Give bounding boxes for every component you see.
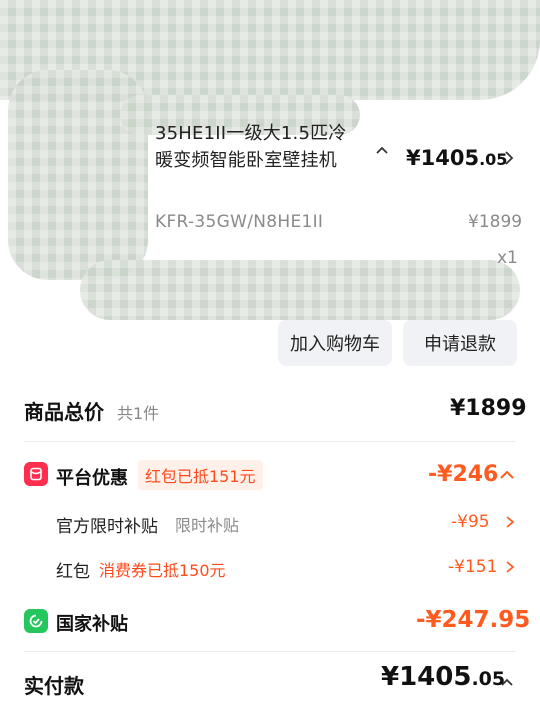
- chevron-right-icon[interactable]: [502, 150, 516, 166]
- product-price: ¥1405.05: [406, 146, 507, 170]
- chevron-up-icon[interactable]: [374, 142, 390, 158]
- quantity: x1: [497, 248, 518, 268]
- chevron-right-icon[interactable]: [504, 560, 516, 574]
- platform-discount-tag: 红包已抵151元: [138, 460, 263, 490]
- paid-amount-yen: ¥1405: [381, 662, 472, 692]
- refund-button[interactable]: 申请退款: [403, 320, 517, 366]
- paid-amount-value: ¥1405.05: [381, 662, 505, 692]
- national-subsidy-label: 国家补贴: [56, 614, 128, 635]
- chevron-up-icon[interactable]: [498, 467, 516, 483]
- total-value: ¥1899: [450, 396, 527, 421]
- paid-amount-label: 实付款: [24, 674, 84, 698]
- product-price-yen: ¥1405: [406, 146, 480, 170]
- add-to-cart-button[interactable]: 加入购物车: [278, 320, 392, 366]
- product-title-line-1: 35HE1II一级大1.5匹冷: [155, 123, 347, 144]
- red-packet-value[interactable]: -¥151: [448, 557, 497, 577]
- total-count: 共1件: [117, 404, 160, 423]
- red-packet-label: 红包: [56, 562, 90, 582]
- divider: [24, 651, 516, 652]
- official-subsidy-tag: 限时补贴: [175, 516, 240, 535]
- divider: [24, 441, 516, 442]
- chevron-right-icon[interactable]: [504, 515, 516, 529]
- red-packet-icon: [24, 462, 48, 486]
- privacy-mosaic: [80, 260, 520, 320]
- national-subsidy-value: -¥247.95: [416, 607, 531, 633]
- product-title[interactable]: 35HE1II一级大1.5匹冷 暖变频智能卧室壁挂机: [155, 120, 365, 174]
- platform-discount-label: 平台优惠: [56, 468, 128, 489]
- official-subsidy-label: 官方限时补贴: [56, 517, 158, 537]
- product-model: KFR-35GW/N8HE1II: [155, 212, 324, 232]
- product-title-line-2: 暖变频智能卧室壁挂机: [155, 150, 337, 171]
- original-price: ¥1899: [468, 212, 523, 232]
- official-subsidy-value[interactable]: -¥95: [451, 512, 490, 532]
- platform-discount-value[interactable]: -¥246: [428, 462, 498, 487]
- total-label: 商品总价: [24, 400, 104, 424]
- chevron-up-icon[interactable]: [499, 675, 515, 689]
- subsidy-icon: [24, 609, 48, 633]
- red-packet-tag: 消费券已抵150元: [99, 561, 226, 580]
